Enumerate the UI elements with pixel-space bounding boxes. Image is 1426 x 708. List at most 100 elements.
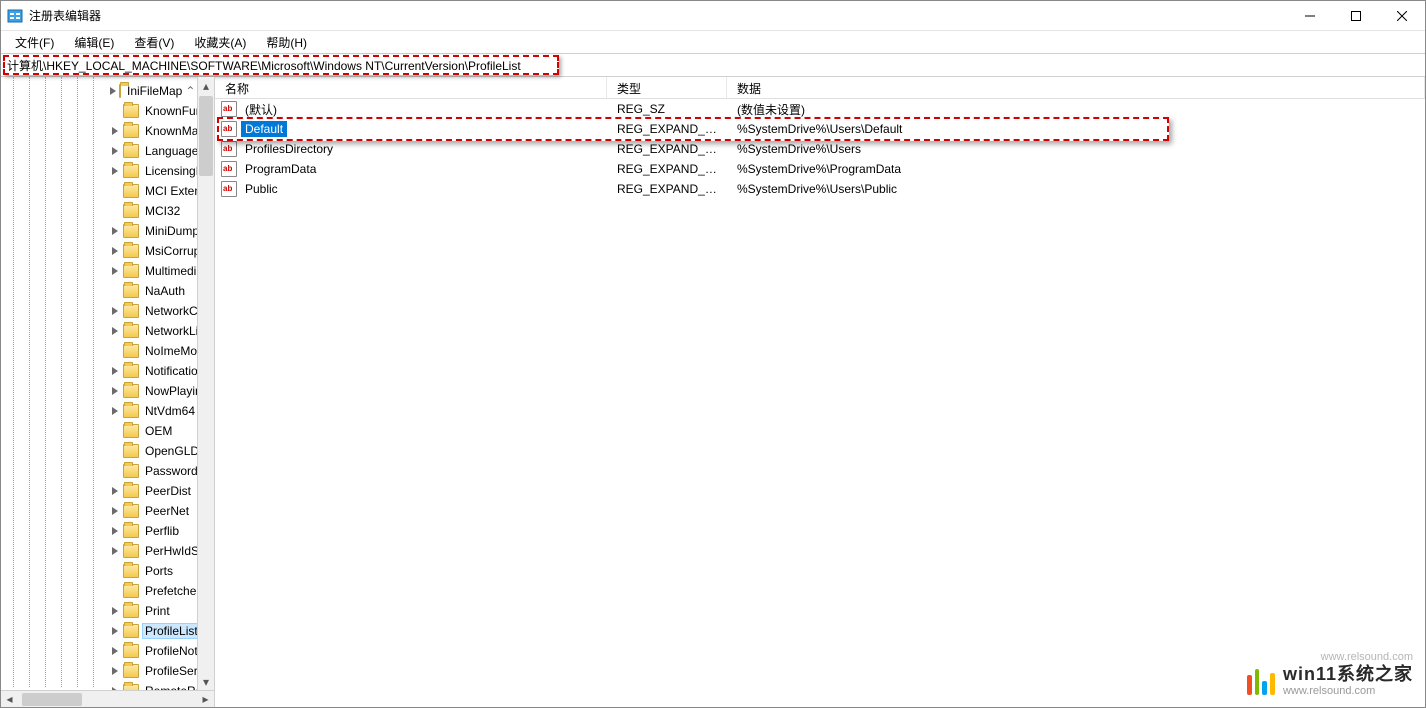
folder-icon [123,244,139,258]
tree-node-NowPlayin[interactable]: NowPlayin [1,381,214,401]
tree-node-ProfileSer[interactable]: ProfileSer [1,661,214,681]
scroll-thumb[interactable] [22,693,82,706]
values-list-pane[interactable]: 名称 类型 数据 (默认)REG_SZ(数值未设置)DefaultREG_EXP… [215,77,1425,707]
value-row[interactable]: DefaultREG_EXPAND_SZ%SystemDrive%\Users\… [215,119,1425,139]
close-button[interactable] [1379,1,1425,31]
value-row[interactable]: (默认)REG_SZ(数值未设置) [215,99,1425,119]
expander-icon[interactable] [109,265,121,277]
folder-icon [123,404,139,418]
expander-icon[interactable] [109,305,121,317]
tree-node-MCI32[interactable]: MCI32 [1,201,214,221]
expander-icon[interactable] [109,385,121,397]
tree-node-KnownMa[interactable]: KnownMa [1,121,214,141]
tree-vertical-scrollbar[interactable]: ▴ ▾ [197,77,214,690]
tree-node-Print[interactable]: Print [1,601,214,621]
tree-node-Multimedi[interactable]: Multimedi [1,261,214,281]
expander-icon[interactable] [109,125,121,137]
registry-editor-window: 注册表编辑器 文件(F)编辑(E)查看(V)收藏夹(A)帮助(H) [0,0,1426,708]
expander-icon[interactable] [109,545,121,557]
folder-icon [123,304,139,318]
tree-node-IniFileMap[interactable]: IniFileMap⌃ [1,81,214,101]
tree-node-PeerNet[interactable]: PeerNet [1,501,214,521]
menu-fav[interactable]: 收藏夹(A) [184,32,256,53]
tree-pane[interactable]: IniFileMap⌃KnownFunKnownMaLanguagePLicen… [1,77,215,707]
scroll-down-icon[interactable]: ▾ [198,673,214,690]
tree-label: IniFileMap [124,83,185,99]
expander-icon[interactable] [109,225,121,237]
expander-icon[interactable] [109,165,121,177]
minimize-button[interactable] [1287,1,1333,31]
value-name-cell: (默认) [215,100,607,119]
menu-view[interactable]: 查看(V) [124,32,184,53]
expander-icon[interactable] [109,525,121,537]
tree-node-LanguageP[interactable]: LanguageP [1,141,214,161]
tree-horizontal-scrollbar[interactable]: ◂ ▸ [1,690,214,707]
tree-node-ProfileList[interactable]: ProfileList [1,621,214,641]
folder-icon [123,104,139,118]
expander-icon[interactable] [109,405,121,417]
value-row[interactable]: ProgramDataREG_EXPAND_SZ%SystemDrive%\Pr… [215,159,1425,179]
tree-node-MCIExten[interactable]: MCI Exten [1,181,214,201]
tree-node-Prefetcher[interactable]: Prefetcher [1,581,214,601]
expander-icon[interactable] [109,665,121,677]
expander-icon[interactable] [109,145,121,157]
scroll-thumb[interactable] [199,96,213,176]
menu-help[interactable]: 帮助(H) [256,32,317,53]
tree-scroll-up-icon[interactable]: ⌃ [185,84,195,98]
column-header-data[interactable]: 数据 [727,77,1425,98]
scroll-track[interactable] [198,94,214,673]
folder-icon [123,464,139,478]
address-bar[interactable] [1,55,1425,75]
scroll-left-icon[interactable]: ◂ [1,692,18,707]
expander-icon[interactable] [109,625,121,637]
expander-icon[interactable] [109,325,121,337]
tree-node-PasswordL[interactable]: PasswordL [1,461,214,481]
expander-icon[interactable] [109,505,121,517]
menu-edit[interactable]: 编辑(E) [64,32,124,53]
expander-icon[interactable] [109,85,117,97]
tree-node-Ports[interactable]: Ports [1,561,214,581]
value-row[interactable]: PublicREG_EXPAND_SZ%SystemDrive%\Users\P… [215,179,1425,199]
tree-node-Perflib[interactable]: Perflib [1,521,214,541]
scroll-track[interactable] [18,692,197,707]
column-header-type[interactable]: 类型 [607,77,727,98]
tree-node-MsiCorrup[interactable]: MsiCorrup [1,241,214,261]
tree-node-NoImeMo[interactable]: NoImeMo [1,341,214,361]
tree-node-OEM[interactable]: OEM [1,421,214,441]
string-value-icon [221,161,237,177]
expander-icon[interactable] [109,485,121,497]
tree-node-NetworkC[interactable]: NetworkC [1,301,214,321]
menu-file[interactable]: 文件(F) [5,32,64,53]
tree-node-KnownFun[interactable]: KnownFun [1,101,214,121]
tree-node-ProfileNot[interactable]: ProfileNot [1,641,214,661]
tree-label: KnownMa [142,123,201,139]
tree-label: PeerDist [142,483,194,499]
tree-label: Multimedi [142,263,199,279]
value-name-cell: Public [215,181,607,197]
string-value-icon [221,181,237,197]
value-row[interactable]: ProfilesDirectoryREG_EXPAND_SZ%SystemDri… [215,139,1425,159]
tree-node-MiniDump[interactable]: MiniDump [1,221,214,241]
expander-icon[interactable] [109,605,121,617]
tree-node-PerHwIdSt[interactable]: PerHwIdSt [1,541,214,561]
tree-node-Notificatio[interactable]: Notificatio [1,361,214,381]
expander-icon[interactable] [109,645,121,657]
tree-node-NaAuth[interactable]: NaAuth [1,281,214,301]
tree-label: NowPlayin [142,383,205,399]
maximize-button[interactable] [1333,1,1379,31]
tree-node-NetworkLi[interactable]: NetworkLi [1,321,214,341]
expander-icon[interactable] [109,245,121,257]
tree-label: Notificatio [142,363,201,379]
tree-node-LicensingD[interactable]: LicensingD [1,161,214,181]
scroll-right-icon[interactable]: ▸ [197,692,214,707]
folder-icon [123,604,139,618]
value-type: REG_EXPAND_SZ [607,142,727,156]
tree-label: Perflib [142,523,182,539]
expander-icon[interactable] [109,365,121,377]
tree-node-NtVdm64[interactable]: NtVdm64 [1,401,214,421]
scroll-up-icon[interactable]: ▴ [198,77,214,94]
tree-node-PeerDist[interactable]: PeerDist [1,481,214,501]
folder-icon [123,624,139,638]
tree-node-OpenGLDr[interactable]: OpenGLDr [1,441,214,461]
column-header-name[interactable]: 名称 [215,77,607,98]
